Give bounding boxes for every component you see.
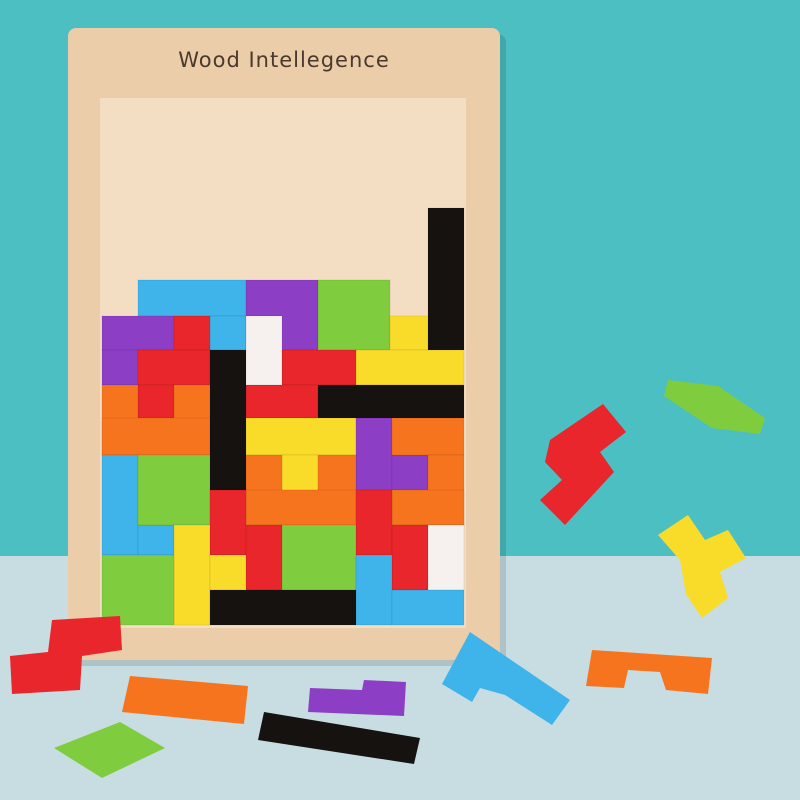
piece-yellow [245, 417, 357, 456]
piece-light-blue [391, 589, 465, 626]
piece-black [427, 207, 465, 351]
piece-red [137, 349, 211, 386]
piece-light-blue [137, 279, 247, 317]
piece-red [173, 315, 211, 351]
piece-black [209, 349, 247, 491]
piece-green [317, 279, 391, 351]
piece-yellow [173, 524, 211, 626]
piece-yellow [209, 554, 247, 591]
piece-green [101, 554, 175, 626]
piece-red [281, 349, 357, 386]
piece-red [209, 489, 247, 556]
piece-purple [101, 349, 139, 386]
piece-yellow [355, 349, 465, 386]
piece-red [355, 489, 393, 556]
piece-white [427, 524, 465, 591]
piece-orange [101, 417, 211, 456]
piece-black [209, 589, 357, 626]
piece-purple [101, 315, 175, 351]
piece-red [245, 384, 319, 419]
piece-orange [391, 417, 465, 456]
piece-red [137, 384, 175, 419]
tetris-wood-puzzle-photo [0, 0, 800, 800]
piece-purple [355, 417, 393, 491]
piece-purple [391, 454, 429, 491]
piece-black [317, 384, 465, 419]
piece-green [281, 524, 357, 591]
piece-orange [245, 489, 357, 526]
piece-green [137, 454, 211, 526]
piece-white [245, 315, 283, 386]
piece-light-blue [209, 315, 247, 351]
piece-yellow [281, 454, 319, 491]
piece-yellow [389, 315, 429, 351]
piece-light-blue [355, 554, 393, 626]
piece-red [245, 524, 283, 591]
piece-orange [391, 489, 465, 526]
piece-light-blue [137, 524, 175, 556]
board-title: Wood Intellegence [178, 48, 390, 72]
piece-light-blue [101, 454, 139, 556]
piece-red [391, 524, 429, 591]
